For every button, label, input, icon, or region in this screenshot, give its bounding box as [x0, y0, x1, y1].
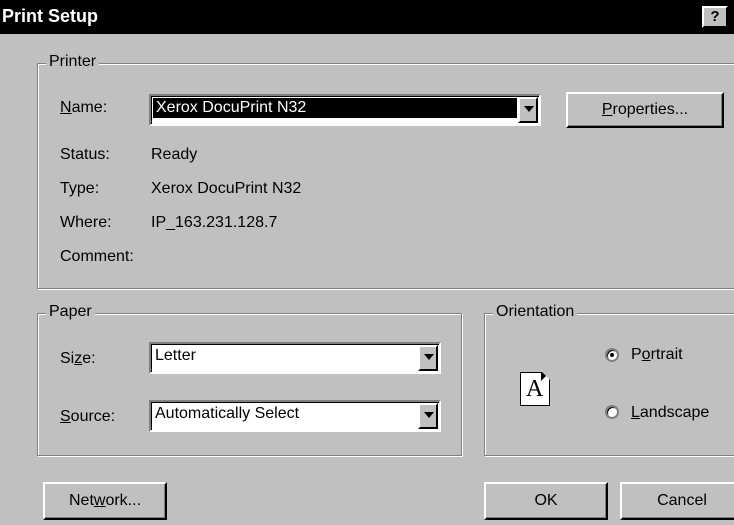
paper-source-dropdown-button[interactable] — [418, 403, 438, 429]
paper-source-combo[interactable]: Automatically Select — [149, 400, 441, 432]
paper-size-dropdown-button[interactable] — [418, 345, 438, 371]
page-icon-letter: A — [526, 376, 544, 402]
network-button[interactable]: Network... — [43, 482, 167, 520]
printer-name-label: Name: — [60, 99, 108, 116]
printer-name-combo[interactable]: Xerox DocuPrint N32 — [149, 94, 541, 126]
printer-name-dropdown-button[interactable] — [518, 97, 538, 123]
paper-source-label: Source: — [60, 408, 116, 425]
where-label: Where: — [60, 214, 112, 231]
printer-name-value: Xerox DocuPrint N32 — [153, 98, 517, 118]
cancel-button[interactable]: Cancel — [620, 482, 734, 520]
paper-group-label: Paper — [46, 303, 95, 321]
ok-button[interactable]: OK — [484, 482, 608, 520]
portrait-radio[interactable] — [605, 348, 619, 362]
comment-label: Comment: — [60, 248, 134, 265]
landscape-radio[interactable] — [605, 405, 619, 419]
status-value: Ready — [151, 146, 198, 163]
portrait-page-icon: A — [520, 372, 550, 406]
where-value: IP_163.231.128.7 — [151, 214, 278, 231]
paper-source-value: Automatically Select — [155, 405, 300, 422]
landscape-label[interactable]: Landscape — [631, 404, 709, 422]
help-button[interactable]: ? — [702, 6, 728, 28]
paper-size-label: Size: — [60, 350, 96, 367]
type-label: Type: — [60, 180, 100, 197]
window-title: Print Setup — [2, 6, 99, 26]
properties-button[interactable]: Properties... — [566, 92, 724, 128]
printer-group-label: Printer — [46, 53, 100, 71]
paper-group — [37, 313, 462, 456]
portrait-label[interactable]: Portrait — [631, 346, 683, 364]
status-label: Status: — [60, 146, 110, 163]
type-value: Xerox DocuPrint N32 — [151, 180, 302, 197]
orientation-group-label: Orientation — [493, 303, 578, 321]
title-bar: Print Setup ? — [0, 0, 734, 34]
paper-size-combo[interactable]: Letter — [149, 342, 441, 374]
paper-size-value: Letter — [155, 347, 196, 364]
